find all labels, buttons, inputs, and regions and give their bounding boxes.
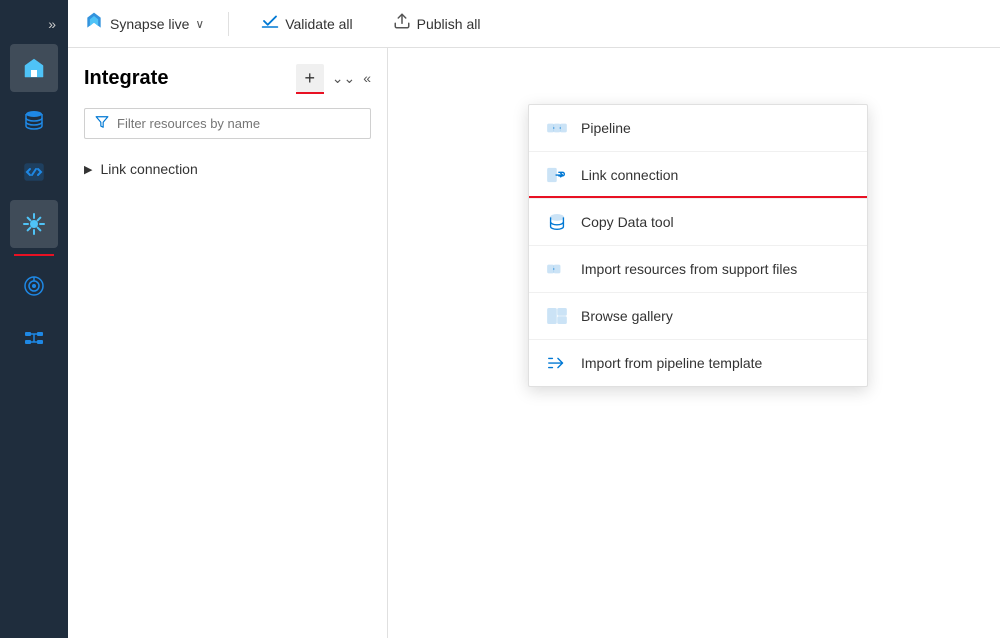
- filter-input[interactable]: [117, 116, 360, 131]
- synapse-chevron-icon: ∨: [195, 17, 204, 31]
- browse-gallery-label: Browse gallery: [581, 308, 673, 324]
- link-chevron-icon: ▶: [84, 163, 92, 176]
- dropdown-item-link-connection[interactable]: Link connection: [529, 152, 867, 199]
- dropdown-item-browse-gallery[interactable]: Browse gallery: [529, 293, 867, 340]
- plus-icon: +: [304, 68, 315, 89]
- link-connection-label: Link connection: [100, 161, 197, 177]
- publish-all-button[interactable]: Publish all: [385, 8, 489, 39]
- sidebar-item-home[interactable]: [10, 44, 58, 92]
- import-template-icon: [545, 352, 569, 374]
- link-connection-item[interactable]: ▶ Link connection: [84, 155, 371, 183]
- synapse-icon: [84, 11, 104, 36]
- publish-label: Publish all: [417, 16, 481, 32]
- link-connection-icon: [545, 164, 569, 186]
- sort-button[interactable]: ⌄⌄: [332, 70, 355, 87]
- publish-icon: [393, 12, 411, 35]
- link-connection-menu-label: Link connection: [581, 167, 678, 183]
- synapse-label: Synapse live: [110, 16, 189, 32]
- collapse-icon: «: [363, 70, 371, 86]
- pipeline-label: Pipeline: [581, 120, 631, 136]
- sidebar-item-manage[interactable]: [10, 314, 58, 362]
- main-area: Synapse live ∨ Validate all Publish: [68, 0, 1000, 638]
- dropdown-item-pipeline[interactable]: Pipeline: [529, 105, 867, 152]
- copy-data-label: Copy Data tool: [581, 214, 674, 230]
- add-resource-dropdown: Pipeline Link connection: [528, 104, 868, 387]
- integrate-header: Integrate + ⌄⌄ «: [84, 64, 371, 92]
- import-template-label: Import from pipeline template: [581, 355, 762, 371]
- topbar: Synapse live ∨ Validate all Publish: [68, 0, 1000, 48]
- sidebar-item-monitor[interactable]: [10, 262, 58, 310]
- integrate-actions: + ⌄⌄ «: [296, 64, 371, 92]
- dropdown-item-import-template[interactable]: Import from pipeline template: [529, 340, 867, 386]
- integrate-panel: Integrate + ⌄⌄ «: [68, 48, 388, 638]
- sidebar-active-indicator: [14, 254, 54, 256]
- sidebar-item-integrate[interactable]: [10, 200, 58, 248]
- validate-label: Validate all: [285, 16, 352, 32]
- sidebar-collapse-button[interactable]: »: [40, 8, 64, 40]
- sidebar-item-data[interactable]: [10, 96, 58, 144]
- sidebar: »: [0, 0, 68, 638]
- dropdown-item-copy-data[interactable]: Copy Data tool: [529, 199, 867, 246]
- browse-gallery-icon: [545, 305, 569, 327]
- validate-icon: [261, 12, 279, 35]
- filter-icon: [95, 115, 109, 132]
- import-resources-icon: [545, 258, 569, 280]
- filter-box[interactable]: [84, 108, 371, 139]
- dropdown-item-import-resources[interactable]: Import resources from support files: [529, 246, 867, 293]
- import-resources-label: Import resources from support files: [581, 261, 797, 277]
- pipeline-icon: [545, 117, 569, 139]
- synapse-workspace-selector[interactable]: Synapse live ∨: [84, 11, 204, 36]
- sort-icon: ⌄⌄: [332, 70, 355, 86]
- topbar-divider: [228, 12, 229, 36]
- collapse-panel-button[interactable]: «: [363, 70, 371, 86]
- sidebar-item-develop[interactable]: [10, 148, 58, 196]
- validate-all-button[interactable]: Validate all: [253, 8, 360, 39]
- copy-data-icon: [545, 211, 569, 233]
- content-area: Integrate + ⌄⌄ «: [68, 48, 1000, 638]
- integrate-title: Integrate: [84, 67, 168, 90]
- add-resource-button[interactable]: +: [296, 64, 324, 92]
